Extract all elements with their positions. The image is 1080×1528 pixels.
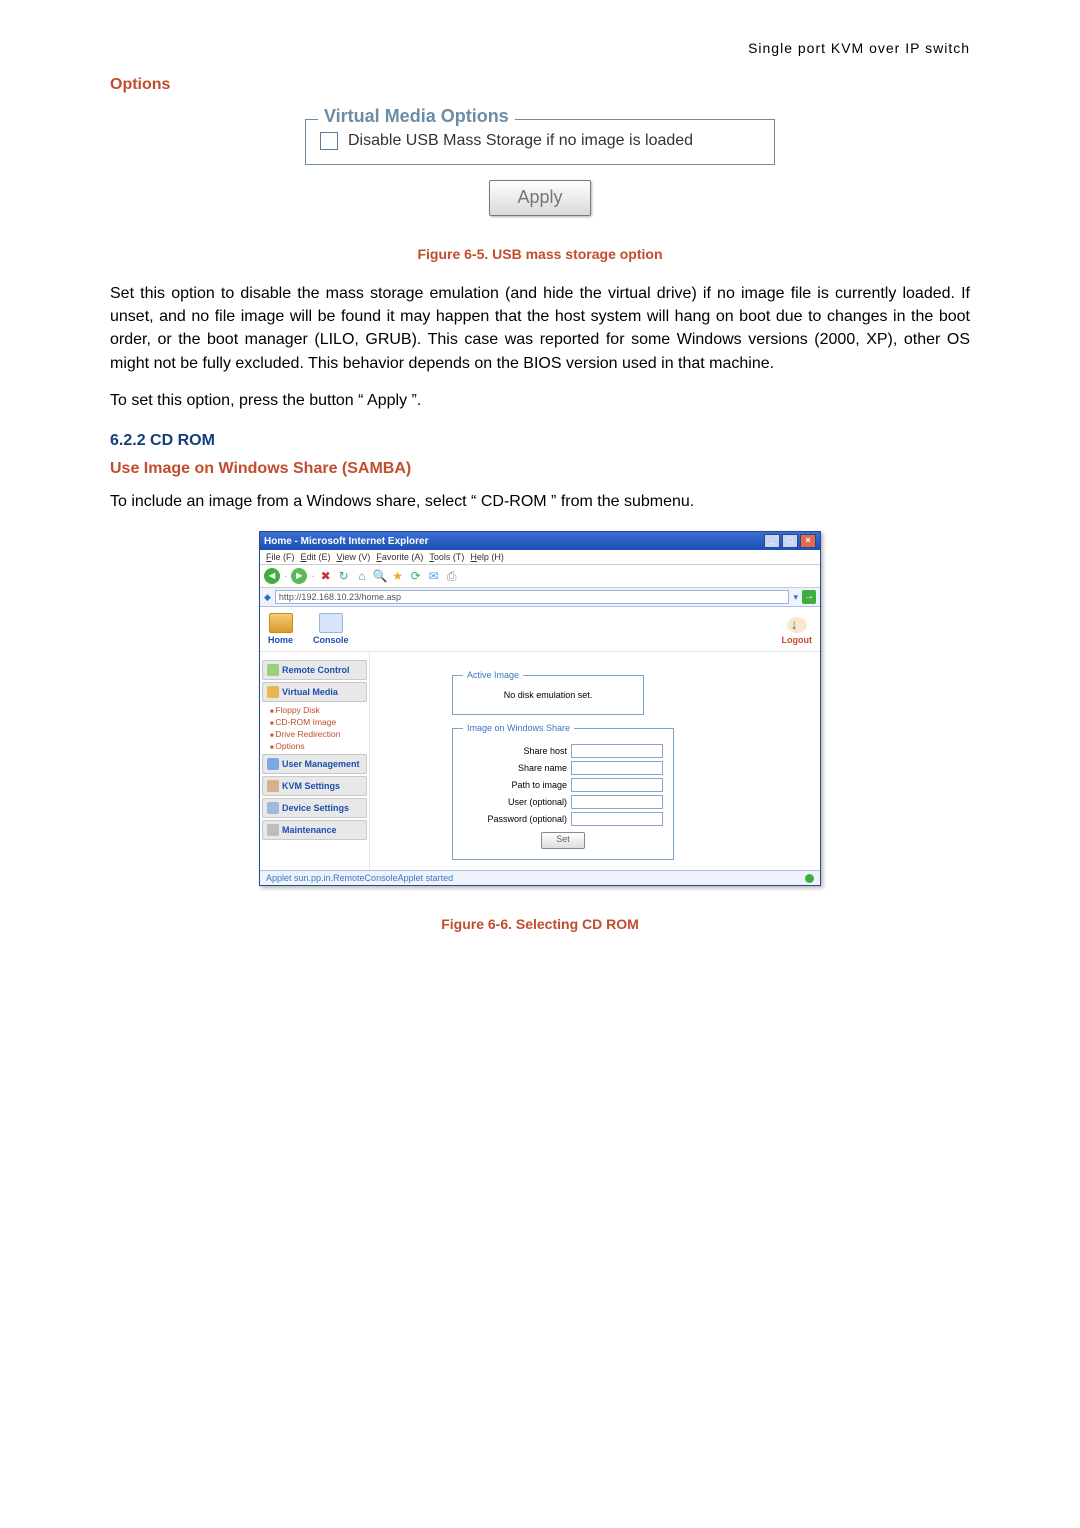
menu-help[interactable]: Help (H) <box>470 552 504 562</box>
maximize-button[interactable]: □ <box>782 534 798 548</box>
disable-usb-label: Disable USB Mass Storage if no image is … <box>348 132 693 150</box>
active-image-msg: No disk emulation set. <box>463 688 633 704</box>
virtual-media-options-legend: Virtual Media Options <box>318 106 515 127</box>
figure-6-5-caption: Figure 6-5. USB mass storage option <box>110 246 970 262</box>
ie-titlebar: Home - Microsoft Internet Explorer _ □ × <box>260 532 820 550</box>
logout-icon <box>787 617 807 633</box>
search-icon[interactable]: 🔍 <box>373 569 387 583</box>
kvm-icon <box>267 780 279 792</box>
go-button[interactable]: → <box>802 590 816 604</box>
mail-icon[interactable]: ✉ <box>427 569 441 583</box>
home-icon[interactable]: ⌂ <box>355 569 369 583</box>
disable-usb-checkbox[interactable] <box>320 132 338 150</box>
ie-window: Home - Microsoft Internet Explorer _ □ ×… <box>259 531 821 886</box>
nav-home[interactable]: Home <box>268 613 293 645</box>
status-dot-icon <box>805 874 814 883</box>
sidebar-device-label: Device Settings <box>282 803 349 813</box>
status-text: Applet sun.pp.in.RemoteConsoleApplet sta… <box>266 873 453 883</box>
menu-file[interactable]: File (F) <box>266 552 295 562</box>
path-label: Path to image <box>511 780 567 790</box>
sidebar-item-remote-control[interactable]: Remote Control <box>262 660 367 680</box>
address-icon: ◆ <box>264 592 271 603</box>
main-pane: Active Image No disk emulation set. Imag… <box>370 652 820 870</box>
heading-622: 6.2.2 CD ROM <box>110 432 970 450</box>
sidebar-item-device[interactable]: Device Settings <box>262 798 367 818</box>
print-icon[interactable]: ⎙ <box>445 569 459 583</box>
ie-title-text: Home - Microsoft Internet Explorer <box>264 536 428 547</box>
topnav: Home Console Logout <box>260 607 820 652</box>
history-icon[interactable]: ⟳ <box>409 569 423 583</box>
set-button[interactable]: Set <box>541 832 585 849</box>
sidebar-item-user-mgmt[interactable]: User Management <box>262 754 367 774</box>
back-icon[interactable]: ◄ <box>264 568 280 584</box>
stop-icon[interactable]: ✖ <box>319 569 333 583</box>
home-nav-icon <box>269 613 293 633</box>
winshare-fieldset: Image on Windows Share Share host Share … <box>452 723 674 860</box>
winshare-legend: Image on Windows Share <box>463 723 574 733</box>
password-label: Password (optional) <box>487 814 567 824</box>
menu-favorite[interactable]: Favorite (A) <box>376 552 423 562</box>
address-input[interactable]: http://192.168.10.23/home.asp <box>275 590 790 604</box>
ie-address-bar: ◆ http://192.168.10.23/home.asp ▾ → <box>260 588 820 607</box>
ie-status-bar: Applet sun.pp.in.RemoteConsoleApplet sta… <box>260 870 820 885</box>
sidebar-sub-drive[interactable]: Drive Redirection <box>262 728 367 740</box>
nav-logout[interactable]: Logout <box>782 617 813 645</box>
favorites-icon[interactable]: ★ <box>391 569 405 583</box>
remote-control-icon <box>267 664 279 676</box>
sidebar-sub-options[interactable]: Options <box>262 740 367 752</box>
console-nav-icon <box>319 613 343 633</box>
paragraph-3: To include an image from a Windows share… <box>110 490 970 513</box>
path-input[interactable] <box>571 778 663 792</box>
sidebar-item-maintenance[interactable]: Maintenance <box>262 820 367 840</box>
figure-6-6-caption: Figure 6-6. Selecting CD ROM <box>110 916 970 932</box>
password-input[interactable] <box>571 812 663 826</box>
nav-logout-label: Logout <box>782 635 813 645</box>
heading-samba: Use Image on Windows Share (SAMBA) <box>110 460 970 478</box>
sidebar-item-virtual-media[interactable]: Virtual Media <box>262 682 367 702</box>
menu-tools[interactable]: Tools (T) <box>429 552 464 562</box>
paragraph-2: To set this option, press the button “ A… <box>110 389 970 412</box>
address-dropdown-icon[interactable]: ▾ <box>793 592 798 603</box>
sidebar-kvm-label: KVM Settings <box>282 781 340 791</box>
sidebar-virtual-media-label: Virtual Media <box>282 687 338 697</box>
figure-6-5: Virtual Media Options Disable USB Mass S… <box>305 119 775 216</box>
user-input[interactable] <box>571 795 663 809</box>
ie-page: Home Console Logout Remote Control <box>260 607 820 870</box>
menu-edit[interactable]: Edit (E) <box>301 552 331 562</box>
sidebar-maintenance-label: Maintenance <box>282 825 337 835</box>
sidebar-sub-floppy[interactable]: Floppy Disk <box>262 704 367 716</box>
active-image-legend: Active Image <box>463 670 523 680</box>
sidebar-item-kvm[interactable]: KVM Settings <box>262 776 367 796</box>
user-mgmt-icon <box>267 758 279 770</box>
close-button[interactable]: × <box>800 534 816 548</box>
nav-console-label: Console <box>313 635 349 645</box>
maintenance-icon <box>267 824 279 836</box>
sidebar: Remote Control Virtual Media Floppy Disk… <box>260 652 370 870</box>
share-host-input[interactable] <box>571 744 663 758</box>
minimize-button[interactable]: _ <box>764 534 780 548</box>
heading-options: Options <box>110 76 970 94</box>
device-icon <box>267 802 279 814</box>
ie-menubar: File (F) Edit (E) View (V) Favorite (A) … <box>260 550 820 565</box>
active-image-fieldset: Active Image No disk emulation set. <box>452 670 644 715</box>
apply-button[interactable]: Apply <box>489 180 591 216</box>
paragraph-1: Set this option to disable the mass stor… <box>110 282 970 375</box>
user-label: User (optional) <box>508 797 567 807</box>
share-name-label: Share name <box>518 763 567 773</box>
share-name-input[interactable] <box>571 761 663 775</box>
virtual-media-options-fieldset: Virtual Media Options Disable USB Mass S… <box>305 119 775 165</box>
virtual-media-icon <box>267 686 279 698</box>
sidebar-remote-control-label: Remote Control <box>282 665 350 675</box>
refresh-icon[interactable]: ↻ <box>337 569 351 583</box>
forward-icon[interactable]: ► <box>291 568 307 584</box>
nav-home-label: Home <box>268 635 293 645</box>
nav-console[interactable]: Console <box>313 613 349 645</box>
page-header-right: Single port KVM over IP switch <box>110 40 970 56</box>
menu-view[interactable]: View (V) <box>337 552 371 562</box>
sidebar-user-mgmt-label: User Management <box>282 759 360 769</box>
sidebar-sub-cdrom[interactable]: CD-ROM Image <box>262 716 367 728</box>
ie-toolbar: ◄· ►· ✖ ↻ ⌂ 🔍 ★ ⟳ ✉ ⎙ <box>260 565 820 588</box>
disable-usb-row: Disable USB Mass Storage if no image is … <box>320 132 760 150</box>
share-host-label: Share host <box>523 746 567 756</box>
